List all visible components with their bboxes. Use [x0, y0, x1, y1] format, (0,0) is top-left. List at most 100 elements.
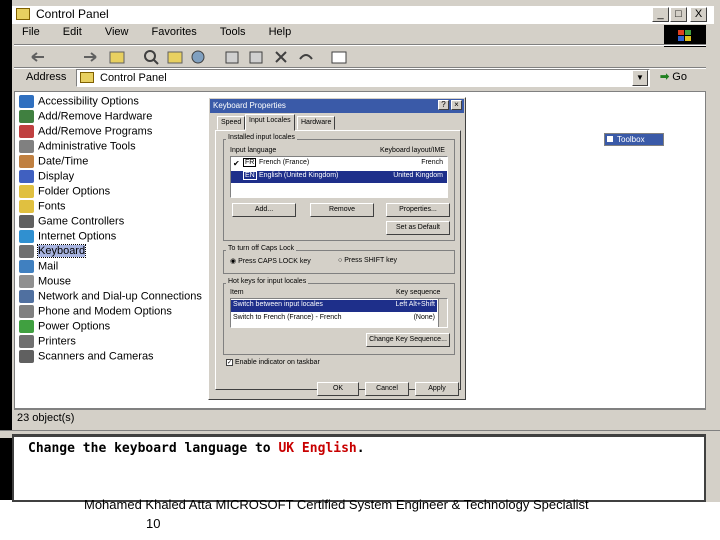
address-dropdown-button[interactable]: ▼: [632, 70, 648, 86]
clock-icon: [19, 155, 34, 168]
close-button[interactable]: X: [690, 7, 707, 22]
hotkeys-list[interactable]: Switch between input locales Left Alt+Sh…: [230, 298, 448, 328]
remove-button[interactable]: Remove: [310, 203, 374, 217]
item-internet-options[interactable]: Internet Options: [19, 230, 116, 245]
folder-options-icon: [19, 185, 34, 198]
locales-list[interactable]: ✔ FR French (France) French EN English (…: [230, 156, 448, 198]
locale-row-english[interactable]: EN English (United Kingdom) United Kingd…: [231, 171, 447, 183]
hotkeys-label: Hot keys for input locales: [226, 278, 309, 285]
item-display[interactable]: Display: [19, 170, 74, 185]
cancel-button[interactable]: Cancel: [365, 382, 409, 396]
mail-icon: [19, 260, 34, 273]
back-icon: [31, 52, 44, 62]
caps-option-shift[interactable]: ○ Press SHIFT key: [338, 257, 397, 264]
item-mail[interactable]: Mail: [19, 260, 58, 275]
delete-icon: [275, 51, 287, 63]
globe-icon: [19, 230, 34, 243]
item-administrative-tools[interactable]: Administrative Tools: [19, 140, 136, 155]
locale-row-french[interactable]: ✔ FR French (France) French: [231, 158, 447, 170]
locale-code: EN: [243, 171, 257, 180]
col-item: Item: [230, 289, 244, 296]
ok-button[interactable]: OK: [317, 382, 359, 396]
tab-input-locales[interactable]: Input Locales: [245, 114, 295, 131]
tab-speed[interactable]: Speed: [217, 116, 246, 130]
check-icon: ✔: [233, 159, 240, 168]
go-button[interactable]: ➡ Go: [660, 70, 700, 86]
history-icon: [191, 50, 205, 64]
indicator-checkbox[interactable]: ✓ Enable indicator on taskbar: [226, 359, 320, 366]
properties-button[interactable]: Properties...: [386, 203, 450, 217]
display-icon: [19, 170, 34, 183]
locale-code: FR: [243, 158, 257, 167]
folder-icon: [16, 8, 30, 20]
caption-highlight: UK English: [278, 441, 357, 456]
item-date-time[interactable]: Date/Time: [19, 155, 88, 170]
footer-credit: Mohamed Khaled Atta MICROSOFT Certified …: [84, 497, 589, 512]
control-panel-icon: [80, 72, 94, 83]
locale-layout: French: [421, 159, 443, 166]
item-phone-modem[interactable]: Phone and Modem Options: [19, 305, 172, 320]
item-folder-options[interactable]: Folder Options: [19, 185, 110, 200]
maximize-button[interactable]: □: [670, 7, 687, 22]
caption-suffix: .: [356, 441, 365, 456]
hotkey-row[interactable]: Switch between input locales Left Alt+Sh…: [231, 300, 437, 312]
menu-edit[interactable]: Edit: [63, 26, 82, 38]
window-title: Control Panel: [36, 7, 109, 21]
dialog-close-button[interactable]: ×: [451, 100, 462, 110]
locale-language: French (France): [259, 159, 310, 166]
item-printers[interactable]: Printers: [19, 335, 76, 350]
power-icon: [19, 320, 34, 333]
item-game-controllers[interactable]: Game Controllers: [19, 215, 124, 230]
item-scanners-cameras[interactable]: Scanners and Cameras: [19, 350, 154, 365]
accessibility-icon: [19, 95, 34, 108]
menu-view[interactable]: View: [105, 26, 129, 38]
apply-button[interactable]: Apply: [415, 382, 459, 396]
hotkeys-scrollbar[interactable]: [438, 299, 447, 327]
menu-favorites[interactable]: Favorites: [152, 26, 197, 38]
admin-tools-icon: [19, 140, 34, 153]
status-bar: 23 object(s): [14, 409, 706, 427]
printer-icon: [19, 335, 34, 348]
programs-icon: [19, 125, 34, 138]
item-network-connections[interactable]: Network and Dial-up Connections: [19, 290, 202, 305]
item-accessibility-options[interactable]: Accessibility Options: [19, 95, 139, 110]
help-button[interactable]: ?: [438, 100, 449, 110]
folders-icon: [167, 51, 183, 64]
up-folder-icon: [109, 51, 125, 64]
menu-tools[interactable]: Tools: [220, 26, 246, 38]
menu-help[interactable]: Help: [269, 26, 292, 38]
item-mouse[interactable]: Mouse: [19, 275, 71, 290]
locale-language: English (United Kingdom): [259, 172, 339, 179]
minimize-button[interactable]: _: [652, 7, 669, 22]
network-icon: [19, 290, 34, 303]
set-default-button[interactable]: Set as Default: [386, 221, 450, 235]
toolbox-icon: [607, 136, 613, 142]
camera-icon: [19, 350, 34, 363]
item-power-options[interactable]: Power Options: [19, 320, 110, 335]
item-keyboard[interactable]: Keyboard: [19, 244, 87, 260]
views-icon: [331, 51, 347, 64]
toolbox-button[interactable]: Toolbox: [604, 133, 664, 146]
item-fonts[interactable]: Fonts: [19, 200, 66, 215]
hotkey-row[interactable]: Switch to French (France) - French (None…: [231, 313, 437, 325]
input-locales-panel: Installed input locales Input language K…: [215, 130, 461, 390]
mouse-icon: [19, 275, 34, 288]
change-key-sequence-button[interactable]: Change Key Sequence...: [366, 333, 450, 347]
hardware-icon: [19, 110, 34, 123]
tab-hardware[interactable]: Hardware: [297, 116, 336, 130]
installed-locales-label: Installed input locales: [226, 134, 297, 141]
caps-option-capslock[interactable]: ◉ Press CAPS LOCK key: [230, 257, 311, 265]
item-add-remove-programs[interactable]: Add/Remove Programs: [19, 125, 152, 140]
go-arrow-icon: ➡: [660, 71, 670, 83]
menu-separator: [14, 44, 706, 46]
caption-scrollbar: [706, 434, 720, 502]
col-key-sequence: Key sequence: [396, 289, 441, 296]
keyboard-properties-dialog: Keyboard Properties ? × Speed Input Loca…: [208, 97, 466, 400]
caption-prefix: Change the keyboard language to: [28, 441, 279, 456]
caption-text: Change the keyboard language to UK Engli…: [28, 441, 365, 456]
menu-bar: File Edit View Favorites Tools Help: [14, 26, 303, 44]
keyboard-icon: [19, 245, 34, 258]
add-button[interactable]: Add...: [232, 203, 296, 217]
item-add-remove-hardware[interactable]: Add/Remove Hardware: [19, 110, 152, 125]
menu-file[interactable]: File: [22, 26, 40, 38]
